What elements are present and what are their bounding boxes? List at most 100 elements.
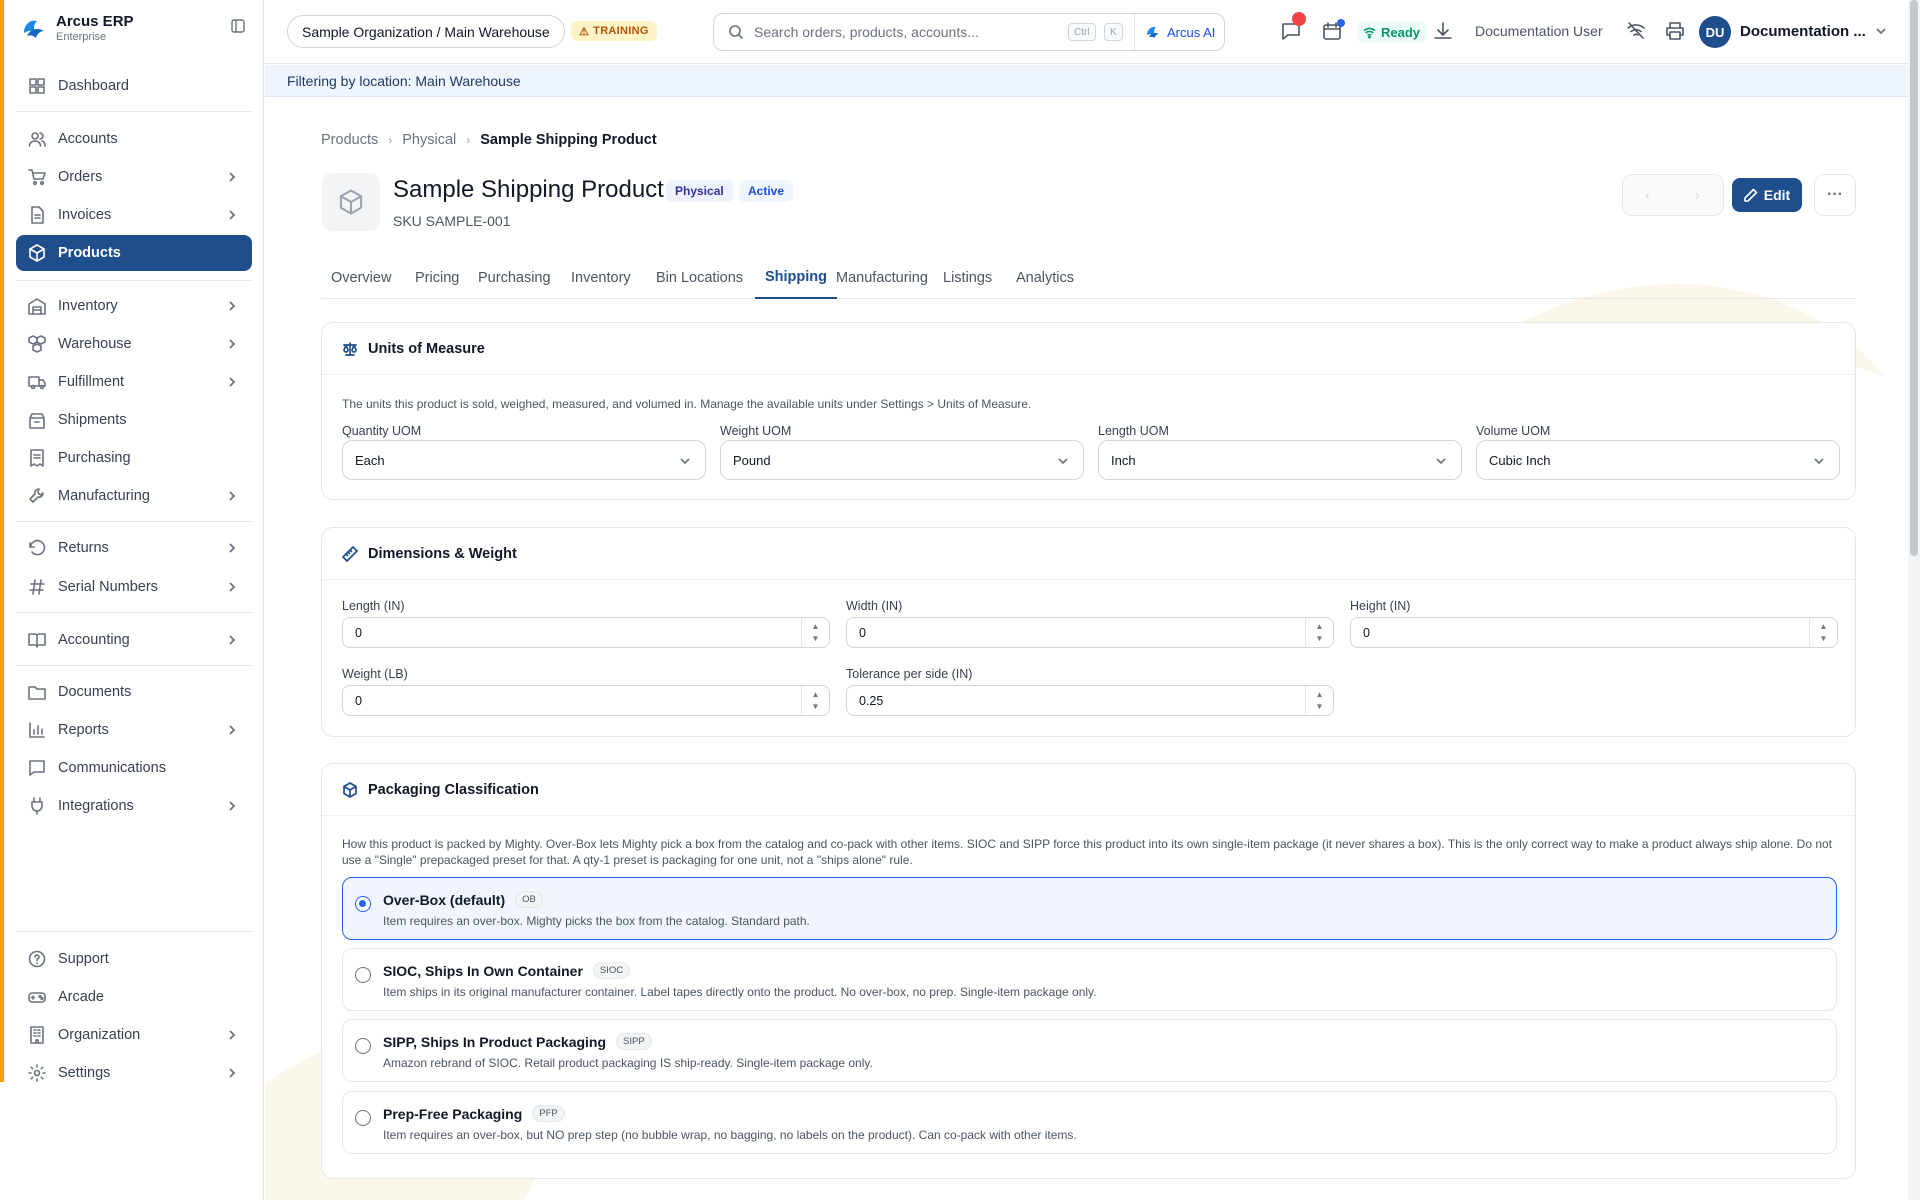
sidebar-item-accounts[interactable]: Accounts <box>16 121 252 157</box>
sidebar-item-purchasing[interactable]: Purchasing <box>16 440 252 476</box>
sidebar-item-products[interactable]: Products <box>16 235 252 271</box>
sidebar-item-fulfillment[interactable]: Fulfillment <box>16 364 252 400</box>
volume-uom-select[interactable]: Cubic Inch <box>1476 440 1840 480</box>
arcus-ai-button[interactable]: Arcus AI <box>1134 14 1215 50</box>
input-value: 0 <box>355 625 362 640</box>
radio-button[interactable] <box>355 896 371 912</box>
packaging-option-over-box[interactable]: Over-Box (default) OB Item requires an ov… <box>342 877 1837 940</box>
number-stepper[interactable]: ▲ ▼ <box>801 686 829 715</box>
card-header: Dimensions & Weight <box>322 528 1855 580</box>
weight-uom-select[interactable]: Pound <box>720 440 1084 480</box>
sidebar-item-arcade[interactable]: Arcade <box>16 979 252 1015</box>
chevron-right-icon <box>226 299 238 311</box>
tolerance-input[interactable]: 0.25 ▲ ▼ <box>846 685 1334 716</box>
tab-manufacturing[interactable]: Manufacturing <box>826 257 938 299</box>
offline-icon[interactable] <box>1626 21 1648 43</box>
sidebar-item-invoices[interactable]: Invoices <box>16 197 252 233</box>
tab-inventory[interactable]: Inventory <box>561 257 641 299</box>
width-input[interactable]: 0 ▲ ▼ <box>846 617 1334 648</box>
option-description: Item requires an over-box, but NO prep s… <box>383 1128 1077 1142</box>
sidebar-item-manufacturing[interactable]: Manufacturing <box>16 478 252 514</box>
documentation-user-link[interactable]: Documentation User <box>1475 23 1603 39</box>
breadcrumb-physical[interactable]: Physical <box>402 132 456 148</box>
packaging-description-line-1: How this product is packed by Mighty. Ov… <box>342 837 1833 851</box>
hash-icon <box>28 578 46 596</box>
radio-button[interactable] <box>355 1038 371 1054</box>
sidebar-item-settings[interactable]: Settings <box>16 1055 252 1091</box>
number-stepper[interactable]: ▲ ▼ <box>1809 618 1837 647</box>
location-selector[interactable]: Sample Organization / Main Warehouse <box>287 15 565 48</box>
chevron-right-icon <box>226 375 238 387</box>
sidebar-item-dashboard[interactable]: Dashboard <box>16 68 252 104</box>
next-record-icon[interactable]: › <box>1695 187 1700 203</box>
sidebar-item-accounting[interactable]: Accounting <box>16 622 252 658</box>
sidebar-item-returns[interactable]: Returns <box>16 530 252 566</box>
weight-input[interactable]: 0 ▲ ▼ <box>342 685 830 716</box>
height-input[interactable]: 0 ▲ ▼ <box>1350 617 1838 648</box>
gear-icon <box>28 1064 46 1082</box>
edit-button[interactable]: Edit <box>1732 178 1802 212</box>
avatar[interactable]: DU <box>1699 16 1731 48</box>
breadcrumb-products[interactable]: Products <box>321 132 378 148</box>
messages-icon[interactable] <box>1281 12 1306 43</box>
chevron-down-icon[interactable] <box>1875 25 1887 37</box>
more-options-button[interactable]: ··· <box>1814 174 1856 216</box>
scrollbar[interactable] <box>1908 0 1920 1200</box>
product-image-placeholder <box>322 173 380 231</box>
units-of-measure-card: Units of Measure The units this product … <box>321 322 1856 500</box>
sidebar-item-shipments[interactable]: Shipments <box>16 402 252 438</box>
sidebar-item-inventory[interactable]: Inventory <box>16 288 252 324</box>
card-header: Packaging Classification <box>322 764 1855 816</box>
arcus-logo-icon <box>24 20 44 38</box>
search-input[interactable] <box>754 24 1054 40</box>
app-name: Arcus ERP <box>56 13 134 30</box>
sidebar-item-label: Manufacturing <box>58 488 150 504</box>
option-code-badge: SIPP <box>616 1033 652 1050</box>
scrollbar-thumb[interactable] <box>1910 0 1918 556</box>
tab-purchasing[interactable]: Purchasing <box>468 257 561 299</box>
sidebar-item-organization[interactable]: Organization <box>16 1017 252 1053</box>
radio-button[interactable] <box>355 967 371 983</box>
sidebar-item-support[interactable]: Support <box>16 941 252 977</box>
sidebar-item-warehouse[interactable]: Warehouse <box>16 326 252 362</box>
sidebar-item-integrations[interactable]: Integrations <box>16 788 252 824</box>
number-stepper[interactable]: ▲ ▼ <box>801 618 829 647</box>
sidebar-item-label: Communications <box>58 760 166 776</box>
quantity-uom-select[interactable]: Each <box>342 440 706 480</box>
number-stepper[interactable]: ▲ ▼ <box>1305 686 1333 715</box>
sidebar-item-communications[interactable]: Communications <box>16 750 252 786</box>
download-icon[interactable] <box>1433 21 1455 43</box>
calendar-icon[interactable] <box>1322 19 1345 43</box>
sidebar-item-orders[interactable]: Orders <box>16 159 252 195</box>
box-icon <box>28 244 46 262</box>
sidebar-item-serial-numbers[interactable]: Serial Numbers <box>16 569 252 605</box>
packaging-option-sioc[interactable]: SIOC, Ships In Own Container SIOC Item sh… <box>342 948 1837 1011</box>
option-title: Prep-Free Packaging <box>383 1105 523 1122</box>
packaging-option-prep-free[interactable]: Prep-Free Packaging PFP Item requires an … <box>342 1091 1837 1154</box>
sidebar-item-reports[interactable]: Reports <box>16 712 252 748</box>
length-uom-select[interactable]: Inch <box>1098 440 1462 480</box>
sidebar-item-documents[interactable]: Documents <box>16 674 252 710</box>
packaging-option-sipp[interactable]: SIPP, Ships In Product Packaging SIPP Ama… <box>342 1019 1837 1082</box>
brand[interactable]: Arcus ERP Enterprise <box>18 8 134 48</box>
input-value: 0 <box>355 693 362 708</box>
tab-listings[interactable]: Listings <box>933 257 1002 299</box>
print-icon[interactable] <box>1665 21 1687 43</box>
tab-overview[interactable]: Overview <box>321 257 401 299</box>
previous-record-icon[interactable]: ‹ <box>1645 187 1650 203</box>
length-input[interactable]: 0 ▲ ▼ <box>342 617 830 648</box>
user-menu[interactable]: Documentation ... <box>1740 23 1866 40</box>
radio-button[interactable] <box>355 1110 371 1126</box>
calendar-dot <box>1337 19 1345 27</box>
status-badge: Active <box>739 180 794 202</box>
sidebar-collapse-icon[interactable] <box>230 18 246 34</box>
chevron-down-icon <box>1058 458 1068 465</box>
number-stepper[interactable]: ▲ ▼ <box>1305 618 1333 647</box>
option-code-badge: SIOC <box>592 962 631 979</box>
tab-bin-locations[interactable]: Bin Locations <box>646 257 753 299</box>
tab-shipping[interactable]: Shipping <box>755 257 838 299</box>
global-search[interactable]: Ctrl K Arcus AI <box>713 13 1225 51</box>
tab-pricing[interactable]: Pricing <box>405 257 469 299</box>
tab-analytics[interactable]: Analytics <box>1006 257 1084 299</box>
shortcut-ctrl-key: Ctrl <box>1068 23 1096 41</box>
